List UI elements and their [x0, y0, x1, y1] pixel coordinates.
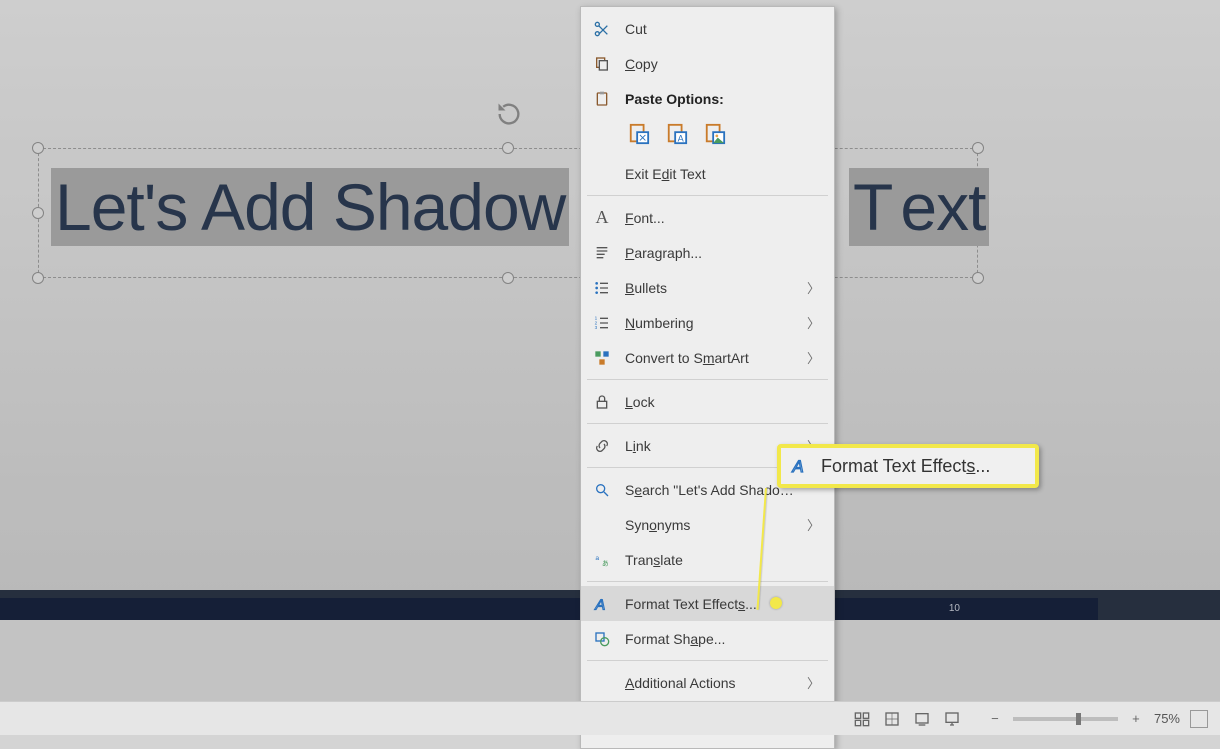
zoom-out-button[interactable]: − [987, 711, 1003, 726]
callout-format-text-effects: A Format Text Effects... [777, 444, 1039, 488]
lock-icon [591, 391, 613, 413]
chevron-right-icon: 〉 [807, 313, 820, 332]
menu-format-text-effects[interactable]: A Format Text Effects... [581, 586, 834, 621]
menu-font[interactable]: A Font... [581, 200, 834, 235]
resize-handle[interactable] [972, 272, 984, 284]
slide-number: 10 [949, 603, 960, 614]
text-effects-icon: A [591, 593, 613, 615]
format-shape-icon [591, 628, 613, 650]
menu-translate[interactable]: aあ Translate [581, 542, 834, 577]
text-effects-icon: A [789, 455, 811, 477]
scissors-icon [591, 18, 613, 40]
chevron-right-icon: 〉 [807, 278, 820, 297]
numbering-icon: 123 [591, 312, 613, 334]
menu-paragraph[interactable]: Paragraph... [581, 235, 834, 270]
chevron-right-icon: 〉 [807, 348, 820, 367]
paste-text-only-icon[interactable]: A [663, 120, 691, 148]
svg-text:a: a [595, 555, 599, 562]
zoom-slider-thumb[interactable] [1076, 713, 1081, 725]
status-bar: − + 75% [0, 701, 1220, 735]
slide-accent-bar-inner [0, 598, 1098, 620]
context-menu: Cut Copy Paste Options: A Exit Edit Text… [580, 6, 835, 749]
slide-title[interactable]: Let's Add ShadowsToText [51, 169, 989, 245]
zoom-value[interactable]: 75% [1154, 711, 1180, 726]
svg-text:A: A [594, 596, 605, 613]
resize-handle[interactable] [972, 142, 984, 154]
view-reading-icon[interactable] [909, 708, 935, 730]
menu-additional-actions[interactable]: Additional Actions 〉 [581, 665, 834, 700]
view-sorter-icon[interactable] [879, 708, 905, 730]
chevron-right-icon: 〉 [807, 673, 820, 692]
title-text-box[interactable]: Let's Add ShadowsToText [38, 148, 978, 278]
blank-icon [591, 163, 613, 185]
svg-text:3: 3 [595, 325, 598, 330]
chevron-right-icon: 〉 [807, 515, 820, 534]
menu-separator [587, 581, 828, 582]
copy-icon [591, 53, 613, 75]
menu-synonyms[interactable]: Synonyms 〉 [581, 507, 834, 542]
menu-lock[interactable]: Lock [581, 384, 834, 419]
menu-separator [587, 660, 828, 661]
fit-to-window-icon[interactable] [1190, 710, 1208, 728]
menu-separator [587, 195, 828, 196]
menu-cut[interactable]: Cut [581, 11, 834, 46]
view-normal-icon[interactable] [849, 708, 875, 730]
paragraph-icon [591, 242, 613, 264]
menu-convert-smartart[interactable]: Convert to SmartArt 〉 [581, 340, 834, 375]
menu-bullets[interactable]: Bullets 〉 [581, 270, 834, 305]
resize-handle[interactable] [502, 142, 514, 154]
paste-picture-icon[interactable] [701, 120, 729, 148]
blank-icon [591, 514, 613, 536]
svg-text:あ: あ [602, 559, 609, 567]
menu-paste-options-header: Paste Options: [581, 81, 834, 116]
menu-numbering[interactable]: 123 Numbering 〉 [581, 305, 834, 340]
paste-keep-source-icon[interactable] [625, 120, 653, 148]
rotation-handle-icon[interactable] [495, 100, 523, 128]
link-icon [591, 435, 613, 457]
resize-handle[interactable] [32, 207, 44, 219]
font-icon: A [591, 207, 613, 229]
paste-icon [591, 88, 613, 110]
menu-copy[interactable]: Copy [581, 46, 834, 81]
view-slideshow-icon[interactable] [939, 708, 965, 730]
resize-handle[interactable] [32, 272, 44, 284]
menu-exit-edit-text[interactable]: Exit Edit Text [581, 156, 834, 191]
blank-icon [591, 672, 613, 694]
resize-handle[interactable] [502, 272, 514, 284]
bullets-icon [591, 277, 613, 299]
svg-text:A: A [678, 133, 685, 143]
translate-icon: aあ [591, 549, 613, 571]
search-icon [591, 479, 613, 501]
paste-options-row: A [581, 116, 834, 156]
menu-separator [587, 423, 828, 424]
menu-format-shape[interactable]: Format Shape... [581, 621, 834, 656]
smartart-icon [591, 347, 613, 369]
resize-handle[interactable] [32, 142, 44, 154]
callout-dot [770, 597, 782, 609]
zoom-in-button[interactable]: + [1128, 711, 1144, 726]
menu-separator [587, 379, 828, 380]
svg-text:A: A [792, 457, 804, 476]
zoom-slider[interactable] [1013, 717, 1118, 721]
